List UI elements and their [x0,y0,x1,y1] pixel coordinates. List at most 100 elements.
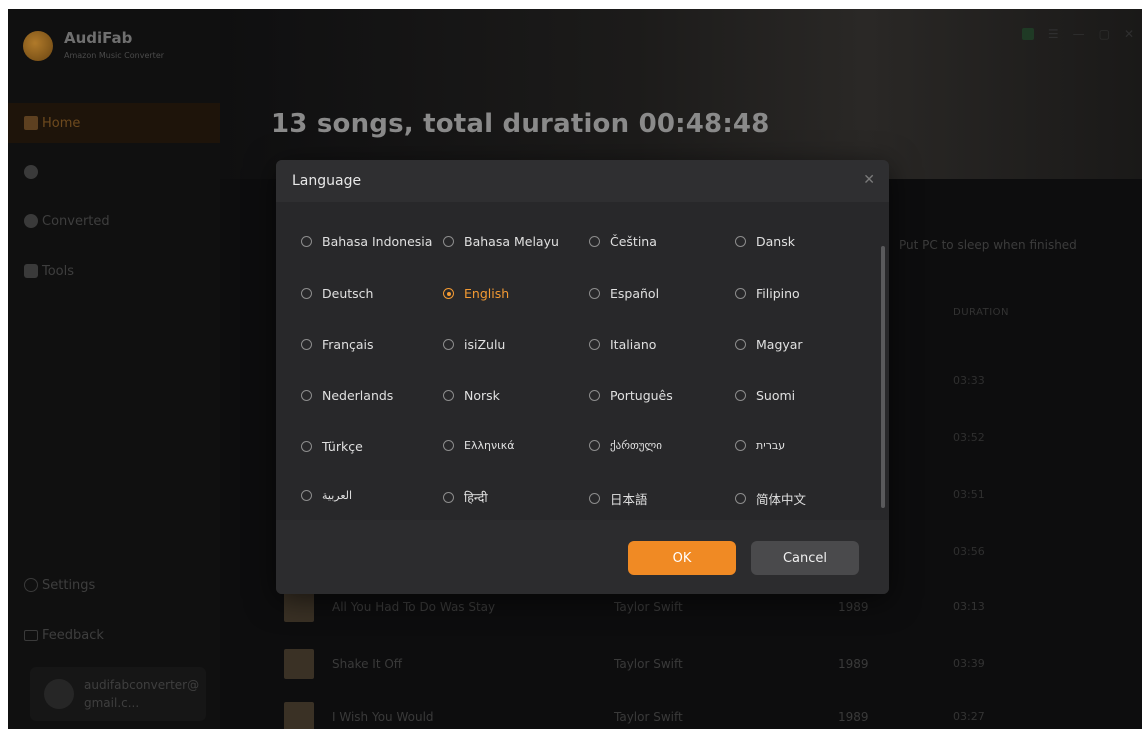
user-account[interactable]: audifabconverter@gmail.c... [30,667,206,721]
table-row[interactable]: Shake It Off Taylor Swift 1989 03:39 [284,649,1142,689]
language-option[interactable]: Italiano [589,337,656,352]
language-label: हिन्दी [464,490,488,505]
language-option[interactable]: Magyar [735,337,803,352]
language-option-selected[interactable]: English [443,286,509,301]
music-icon [24,165,38,179]
radio-selected-icon [443,288,454,299]
scrollbar[interactable] [881,246,885,508]
close-icon[interactable]: ✕ [863,172,875,188]
language-option[interactable]: Suomi [735,388,795,403]
cancel-button[interactable]: Cancel [751,541,859,575]
track-duration: 03:52 [953,431,985,444]
track-album: 1989 [838,600,869,614]
language-option[interactable]: Norsk [443,388,500,403]
track-title: All You Had To Do Was Stay [332,600,496,614]
sidebar-item-label: Home [42,115,81,131]
radio-icon [301,441,312,452]
radio-icon [443,236,454,247]
language-label: 日本語 [610,492,648,507]
album-thumbnail [284,592,314,622]
language-label: العربية [322,489,353,502]
language-option[interactable]: 日本語 [589,489,648,508]
track-duration: 03:33 [953,374,985,387]
dialog-title: Language [292,173,362,189]
sidebar-item-feedback[interactable]: Feedback [8,615,220,655]
sidebar-item-settings[interactable]: Settings [8,565,220,605]
sidebar-item-label: Tools [42,263,75,279]
radio-icon [301,288,312,299]
sidebar-item-converted[interactable]: Converted [8,201,220,241]
language-option[interactable]: Português [589,388,673,403]
grid-view-icon[interactable] [1021,28,1034,40]
language-option[interactable]: Čeština [589,234,657,249]
language-label: Filipino [756,286,800,301]
minimize-icon[interactable]: — [1073,27,1085,41]
language-label: Dansk [756,234,795,249]
language-option[interactable]: Bahasa Melayu [443,234,559,249]
sleep-option[interactable]: Put PC to sleep when finished [899,238,1077,252]
dialog-footer: OK Cancel [276,520,889,594]
avatar [44,679,74,709]
language-option[interactable]: Deutsch [301,286,373,301]
language-label: 简体中文 [756,492,807,507]
radio-icon [301,236,312,247]
language-option[interactable]: Español [589,286,659,301]
language-label: Norsk [464,388,500,403]
sidebar-item-label: Settings [42,577,96,593]
sidebar-item-music[interactable] [8,152,220,192]
language-label: Deutsch [322,286,374,301]
language-option[interactable]: Dansk [735,234,795,249]
language-label: ქართული [610,439,662,452]
track-duration: 03:56 [953,545,985,558]
language-label: Ελληνικά [464,439,515,452]
clock-icon [24,214,38,228]
window-controls: ☰ — ▢ ✕ [1021,27,1134,41]
sidebar: AudiFab Amazon Music Converter Home Conv… [8,9,220,729]
language-option[interactable]: Türkçe [301,439,363,454]
language-option[interactable]: Filipino [735,286,800,301]
sidebar-item-home[interactable]: Home [8,103,220,143]
radio-icon [443,390,454,401]
language-list: Bahasa Indonesia Bahasa Melayu Čeština D… [276,202,889,520]
language-option[interactable]: עברית [735,439,785,452]
language-label: Magyar [756,337,803,352]
language-label: Türkçe [322,439,363,454]
language-option[interactable]: हिन्दी [443,489,488,506]
ok-button[interactable]: OK [628,541,736,575]
sidebar-item-tools[interactable]: Tools [8,251,220,291]
table-row[interactable]: I Wish You Would Taylor Swift 1989 03:27 [284,702,1142,729]
album-thumbnail [284,649,314,679]
radio-icon [735,339,746,350]
language-option[interactable]: ქართული [589,439,662,452]
mail-icon [24,630,38,641]
home-icon [24,116,38,130]
language-label: Français [322,337,374,352]
dialog-header: Language ✕ [276,160,889,202]
language-label: Bahasa Melayu [464,234,559,249]
radio-icon [301,490,312,501]
radio-icon [589,390,600,401]
language-option[interactable]: Nederlands [301,388,393,403]
close-window-icon[interactable]: ✕ [1124,27,1134,41]
gear-icon [24,578,38,592]
table-row[interactable]: All You Had To Do Was Stay Taylor Swift … [284,592,1142,632]
language-label: Suomi [756,388,796,403]
menu-icon[interactable]: ☰ [1048,27,1059,41]
language-option[interactable]: 简体中文 [735,489,806,508]
language-option[interactable]: Bahasa Indonesia [301,234,432,249]
app-logo-icon [23,31,53,61]
language-option[interactable]: Français [301,337,374,352]
language-option[interactable]: العربية [301,489,352,502]
maximize-icon[interactable]: ▢ [1099,27,1110,41]
language-option[interactable]: Ελληνικά [443,439,515,452]
column-header-duration: DURATION [953,307,1010,318]
user-email: audifabconverter@gmail.c... [84,678,200,710]
radio-icon [301,339,312,350]
radio-icon [735,493,746,504]
radio-icon [735,440,746,451]
toolbox-icon [24,264,38,278]
language-label: Italiano [610,337,657,352]
radio-icon [735,390,746,401]
scrollbar-thumb[interactable] [881,246,885,508]
language-option[interactable]: isiZulu [443,337,505,352]
